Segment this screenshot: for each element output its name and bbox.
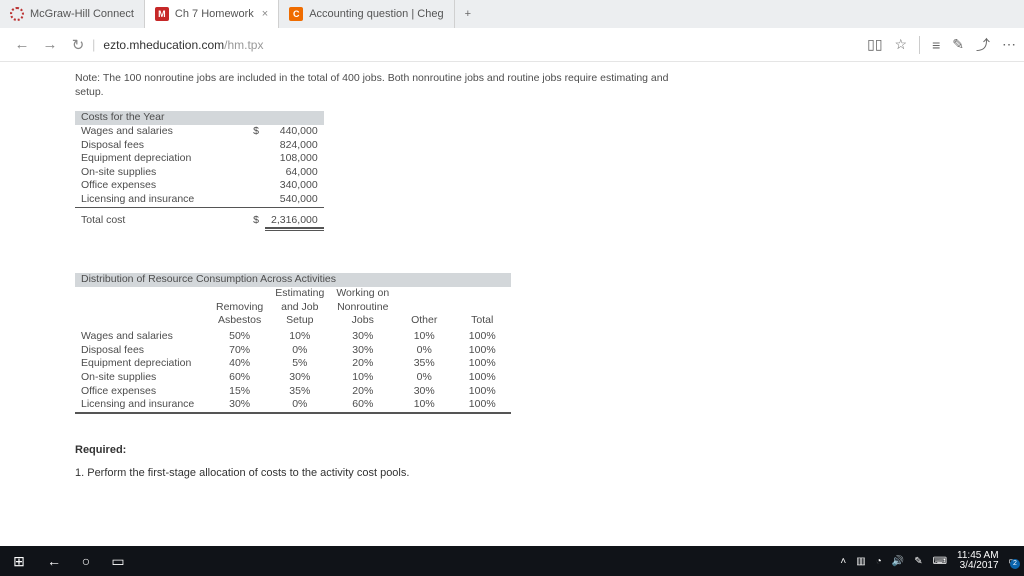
task-view-icon[interactable]: ▭ [102, 553, 134, 570]
dist-row-label: Equipment depreciation [75, 357, 210, 371]
costs-table: Costs for the Year Wages and salaries$44… [75, 111, 324, 231]
tray-arrow-icon[interactable]: ˄ [840, 556, 846, 567]
browser-tab-bar: McGraw-Hill Connect M Ch 7 Homework × C … [0, 0, 1024, 28]
browser-nav-bar: ← → ↻ | ezto.mheducation.com/hm.tpx ▯▯ ☆… [0, 28, 1024, 62]
dist-row-label: On-site supplies [75, 371, 210, 385]
dist-header: Distribution of Resource Consumption Acr… [75, 273, 511, 287]
dist-cell: 100% [453, 357, 511, 371]
page-content: Note: The 100 nonroutine jobs are includ… [0, 62, 1024, 546]
dist-cell: 60% [210, 371, 269, 385]
tab-label: McGraw-Hill Connect [30, 8, 134, 20]
start-button[interactable]: ⊞ [0, 553, 38, 570]
col-header: Other [395, 287, 453, 330]
keyboard-icon[interactable]: ⌨ [933, 556, 947, 567]
dist-cell: 35% [395, 357, 453, 371]
battery-icon[interactable]: ▥ [856, 556, 865, 567]
cost-row-label: Licensing and insurance [75, 193, 210, 207]
tab-label: Ch 7 Homework [175, 8, 254, 20]
dist-cell: 100% [453, 330, 511, 344]
dist-cell: 10% [395, 398, 453, 412]
close-icon[interactable]: × [262, 8, 268, 20]
dist-cell: 0% [269, 398, 330, 412]
dist-cell: 0% [269, 344, 330, 358]
col-header: Working onNonroutineJobs [330, 287, 395, 330]
cost-row-value: 340,000 [265, 179, 324, 193]
reload-button[interactable]: ↻ [64, 36, 92, 54]
dist-cell: 0% [395, 371, 453, 385]
volume-icon[interactable]: 🔊 [892, 556, 904, 567]
more-icon[interactable]: ⋯ [1002, 36, 1016, 53]
dist-cell: 60% [330, 398, 395, 412]
dist-cell: 10% [395, 330, 453, 344]
dist-cell: 100% [453, 385, 511, 399]
dist-cell: 30% [330, 344, 395, 358]
hub-icon[interactable]: ≡ [932, 37, 940, 53]
dist-row-label: Disposal fees [75, 344, 210, 358]
required-item: 1. Perform the first-stage allocation of… [75, 466, 1024, 480]
cost-row-label: On-site supplies [75, 166, 210, 180]
dist-cell: 20% [330, 357, 395, 371]
cost-row-label: Equipment depreciation [75, 152, 210, 166]
cost-row-value: 108,000 [265, 152, 324, 166]
cost-row-label: Wages and salaries [75, 125, 210, 139]
wifi-icon[interactable]: ◔ [876, 556, 882, 567]
url-bar[interactable]: ezto.mheducation.com/hm.tpx [103, 38, 263, 52]
col-header: Total [453, 287, 511, 330]
dist-cell: 20% [330, 385, 395, 399]
dist-cell: 30% [210, 398, 269, 412]
favorite-icon[interactable]: ☆ [895, 36, 908, 53]
dist-cell: 5% [269, 357, 330, 371]
dist-cell: 40% [210, 357, 269, 371]
browser-tab[interactable]: M Ch 7 Homework × [145, 0, 279, 28]
dist-row-label: Office expenses [75, 385, 210, 399]
reading-view-icon[interactable]: ▯▯ [867, 36, 882, 53]
task-view-back[interactable]: ← [38, 553, 70, 569]
dist-cell: 50% [210, 330, 269, 344]
total-label: Total cost [75, 214, 210, 228]
favicon-c: C [289, 7, 303, 21]
note-text: Note: The 100 nonroutine jobs are includ… [75, 72, 695, 99]
cortana-icon[interactable]: ○ [70, 553, 102, 569]
dist-cell: 100% [453, 371, 511, 385]
distribution-table: Distribution of Resource Consumption Acr… [75, 273, 511, 415]
action-center-icon[interactable]: ▭ [1009, 556, 1018, 567]
costs-header: Costs for the Year [75, 111, 324, 125]
back-button[interactable]: ← [8, 36, 36, 53]
system-clock[interactable]: 11:45 AM 3/4/2017 [957, 551, 999, 571]
browser-tab[interactable]: C Accounting question | Cheg [279, 0, 454, 28]
dist-cell: 10% [330, 371, 395, 385]
webnote-icon[interactable]: ✎ [952, 36, 964, 53]
cost-row-label: Disposal fees [75, 139, 210, 153]
dist-cell: 100% [453, 344, 511, 358]
col-header: RemovingAsbestos [210, 287, 269, 330]
dist-cell: 35% [269, 385, 330, 399]
cost-row-value: 540,000 [265, 193, 324, 207]
required-heading: Required: [75, 443, 1024, 457]
col-header: Estimatingand JobSetup [269, 287, 330, 330]
dist-cell: 70% [210, 344, 269, 358]
favicon-connect [10, 7, 24, 21]
browser-tab[interactable]: McGraw-Hill Connect [0, 0, 145, 28]
dist-row-label: Wages and salaries [75, 330, 210, 344]
forward-button[interactable]: → [36, 36, 64, 53]
cost-row-label: Office expenses [75, 179, 210, 193]
tab-label: Accounting question | Cheg [309, 8, 443, 20]
dist-cell: 30% [395, 385, 453, 399]
dist-cell: 30% [269, 371, 330, 385]
total-value: 2,316,000 [265, 214, 324, 228]
dist-cell: 0% [395, 344, 453, 358]
dist-cell: 10% [269, 330, 330, 344]
cost-row-value: 440,000 [265, 125, 324, 139]
share-icon[interactable]: ⤴ [976, 35, 990, 55]
new-tab-button[interactable]: + [455, 0, 481, 28]
dist-cell: 100% [453, 398, 511, 412]
input-icon[interactable]: ✎ [914, 556, 922, 567]
dist-row-label: Licensing and insurance [75, 398, 210, 412]
cost-row-value: 64,000 [265, 166, 324, 180]
dist-cell: 30% [330, 330, 395, 344]
windows-taskbar: ⊞ ← ○ ▭ ˄ ▥ ◔ 🔊 ✎ ⌨ 11:45 AM 3/4/2017 ▭ [0, 546, 1024, 576]
dist-cell: 15% [210, 385, 269, 399]
favicon-m: M [155, 7, 169, 21]
cost-row-value: 824,000 [265, 139, 324, 153]
